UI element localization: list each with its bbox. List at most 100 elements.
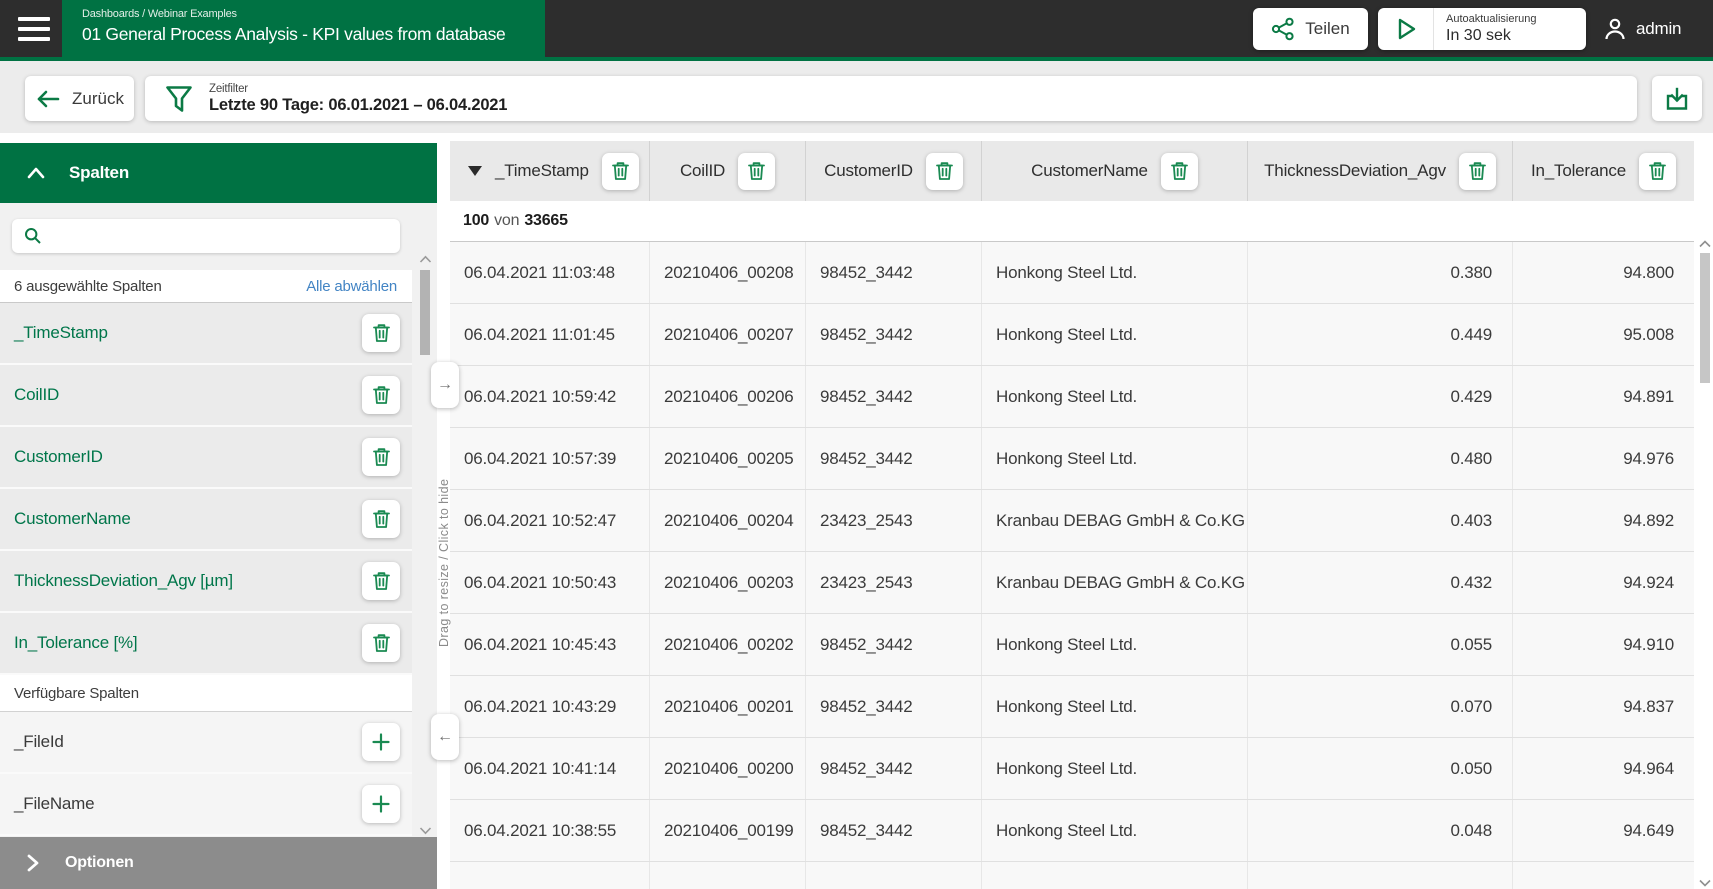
remove-column-button[interactable] bbox=[362, 314, 400, 352]
trash-icon bbox=[1468, 162, 1486, 180]
deselect-all-link[interactable]: Alle abwählen bbox=[306, 278, 397, 295]
time-filter-value: Letzte 90 Tage: 06.01.2021 – 06.04.2021 bbox=[209, 95, 508, 114]
search-icon bbox=[23, 226, 43, 246]
table-scrollbar[interactable] bbox=[1699, 240, 1711, 887]
cell-customername: Honkong Steel Ltd. bbox=[981, 676, 1247, 737]
scroll-down-icon[interactable] bbox=[1699, 879, 1711, 887]
options-label: Optionen bbox=[65, 854, 134, 871]
cell-coilid: 20210406_00205 bbox=[649, 428, 805, 489]
table-row: 06.04.2021 10:38:55 20210406_00199 98452_3… bbox=[450, 800, 1694, 862]
time-filter-label: Zeitfilter bbox=[209, 82, 248, 95]
drag-arrow-right-icon: → bbox=[437, 376, 453, 393]
table-scrollbar-thumb[interactable] bbox=[1700, 253, 1710, 383]
back-button[interactable]: Zurück bbox=[25, 76, 134, 121]
cell-timestamp: 06.04.2021 10:52:47 bbox=[464, 510, 617, 530]
filter-toolbar: Zurück Zeitfilter Letzte 90 Tage: 06.01.… bbox=[0, 61, 1713, 133]
column-header-customername[interactable]: CustomerName bbox=[981, 141, 1247, 201]
cell-coilid: 20210406_00201 bbox=[649, 676, 805, 737]
columns-sidebar: Spalten 6 ausgewählte Spalten Alle abwäh… bbox=[0, 143, 437, 889]
cell-customerid: 23423_2543 bbox=[805, 552, 981, 613]
options-bar[interactable]: Optionen bbox=[0, 837, 437, 889]
remove-column-button[interactable] bbox=[362, 438, 400, 476]
column-header-customerid[interactable]: CustomerID bbox=[805, 141, 981, 201]
table-row bbox=[450, 862, 1694, 889]
sidebar-scrollbar[interactable] bbox=[418, 255, 432, 837]
cell-in-tolerance: 94.976 bbox=[1512, 428, 1694, 489]
table-row: 06.04.2021 11:03:48 20210406_00208 98452_3… bbox=[450, 242, 1694, 304]
cell-in-tolerance: 94.910 bbox=[1512, 614, 1694, 675]
time-filter-card[interactable]: Zeitfilter Letzte 90 Tage: 06.01.2021 – … bbox=[145, 76, 1637, 121]
table-row: 06.04.2021 10:59:42 20210406_00206 98452_3… bbox=[450, 366, 1694, 428]
cell-timestamp: 06.04.2021 10:43:29 bbox=[464, 696, 617, 716]
cell-customerid: 98452_3442 bbox=[805, 676, 981, 737]
play-icon bbox=[1378, 16, 1433, 42]
column-header-thicknessdeviation-agv[interactable]: ThicknessDeviation_Agv bbox=[1247, 141, 1512, 201]
remove-column-button[interactable] bbox=[362, 500, 400, 538]
share-button[interactable]: Teilen bbox=[1253, 8, 1368, 50]
cell-customerid: 98452_3442 bbox=[805, 800, 981, 861]
column-label: CustomerName bbox=[14, 509, 131, 528]
share-icon bbox=[1271, 17, 1295, 41]
table-row: 06.04.2021 10:57:39 20210406_00205 98452_3… bbox=[450, 428, 1694, 490]
remove-column-button[interactable] bbox=[1458, 152, 1496, 190]
remove-column-button[interactable] bbox=[1638, 152, 1676, 190]
panel-resizer-handle[interactable]: Drag to resize / Click to hide bbox=[436, 468, 452, 658]
remove-column-button[interactable] bbox=[738, 152, 776, 190]
cell-customername: Honkong Steel Ltd. bbox=[981, 428, 1247, 489]
remove-column-button[interactable] bbox=[925, 152, 963, 190]
autorefresh-countdown: In 30 sek bbox=[1446, 27, 1511, 44]
cell-coilid: 20210406_00207 bbox=[649, 304, 805, 365]
cell-in-tolerance: 94.964 bbox=[1512, 738, 1694, 799]
remove-column-button[interactable] bbox=[362, 562, 400, 600]
cell-timestamp: 06.04.2021 10:38:55 bbox=[464, 820, 617, 840]
remove-column-button[interactable] bbox=[601, 152, 639, 190]
user-menu[interactable]: admin bbox=[1602, 0, 1682, 57]
column-label: CustomerID bbox=[14, 447, 103, 466]
column-header-label: _TimeStamp bbox=[495, 161, 589, 180]
data-table-panel: _TimeStamp CoilID CustomerID CustomerName Th… bbox=[450, 141, 1713, 889]
user-name: admin bbox=[1636, 18, 1682, 38]
remove-column-button[interactable] bbox=[362, 624, 400, 662]
sidebar-item-customername: CustomerName bbox=[0, 489, 412, 551]
sidebar-scrollbar-thumb[interactable] bbox=[420, 270, 430, 355]
scroll-up-icon[interactable] bbox=[419, 255, 432, 264]
sidebar-header-spalten[interactable]: Spalten bbox=[0, 143, 437, 203]
user-icon bbox=[1602, 16, 1628, 42]
cell-thicknessdeviation-agv: 0.480 bbox=[1247, 428, 1512, 489]
sidebar-item-fileid: _FileId bbox=[0, 712, 412, 774]
cell-thicknessdeviation-agv: 0.050 bbox=[1247, 738, 1512, 799]
cell-in-tolerance: 94.891 bbox=[1512, 366, 1694, 427]
column-header-in-tolerance[interactable]: In_Tolerance bbox=[1512, 141, 1694, 201]
cell-customername: Honkong Steel Ltd. bbox=[981, 304, 1247, 365]
sidebar-item-customerid: CustomerID bbox=[0, 427, 412, 489]
app-window: Dashboards / Webinar Examples 01 General… bbox=[0, 0, 1713, 889]
top-header-bar: Dashboards / Webinar Examples 01 General… bbox=[0, 0, 1713, 57]
autorefresh-button[interactable]: Autoaktualisierung In 30 sek bbox=[1378, 8, 1586, 50]
rows-total: 33665 bbox=[524, 212, 568, 229]
remove-column-button[interactable] bbox=[1160, 152, 1198, 190]
cell-coilid: 20210406_00202 bbox=[649, 614, 805, 675]
collapse-panel-button[interactable]: ← bbox=[431, 714, 459, 760]
scroll-down-icon[interactable] bbox=[419, 826, 432, 835]
cell-in-tolerance: 95.008 bbox=[1512, 304, 1694, 365]
remove-column-button[interactable] bbox=[362, 376, 400, 414]
cell-coilid: 20210406_00206 bbox=[649, 366, 805, 427]
add-column-button[interactable] bbox=[362, 723, 400, 761]
rows-of-label: von bbox=[494, 212, 520, 229]
back-button-label: Zurück bbox=[72, 88, 124, 108]
add-column-button[interactable] bbox=[362, 785, 400, 823]
column-label: CoilID bbox=[14, 385, 60, 404]
column-header-timestamp[interactable]: _TimeStamp bbox=[450, 141, 649, 201]
cell-coilid: 20210406_00203 bbox=[649, 552, 805, 613]
search-input[interactable] bbox=[12, 219, 400, 253]
menu-icon[interactable] bbox=[12, 10, 50, 48]
scroll-up-icon[interactable] bbox=[1699, 240, 1711, 248]
cell-customerid: 98452_3442 bbox=[805, 366, 981, 427]
table-row: 06.04.2021 10:52:47 20210406_00204 23423_2… bbox=[450, 490, 1694, 552]
cell-in-tolerance bbox=[1512, 862, 1694, 889]
export-download-button[interactable] bbox=[1652, 76, 1702, 121]
column-header-label: CoilID bbox=[679, 161, 726, 180]
trash-icon bbox=[372, 324, 390, 342]
expand-panel-button[interactable]: → bbox=[431, 362, 459, 408]
column-header-coilid[interactable]: CoilID bbox=[649, 141, 805, 201]
